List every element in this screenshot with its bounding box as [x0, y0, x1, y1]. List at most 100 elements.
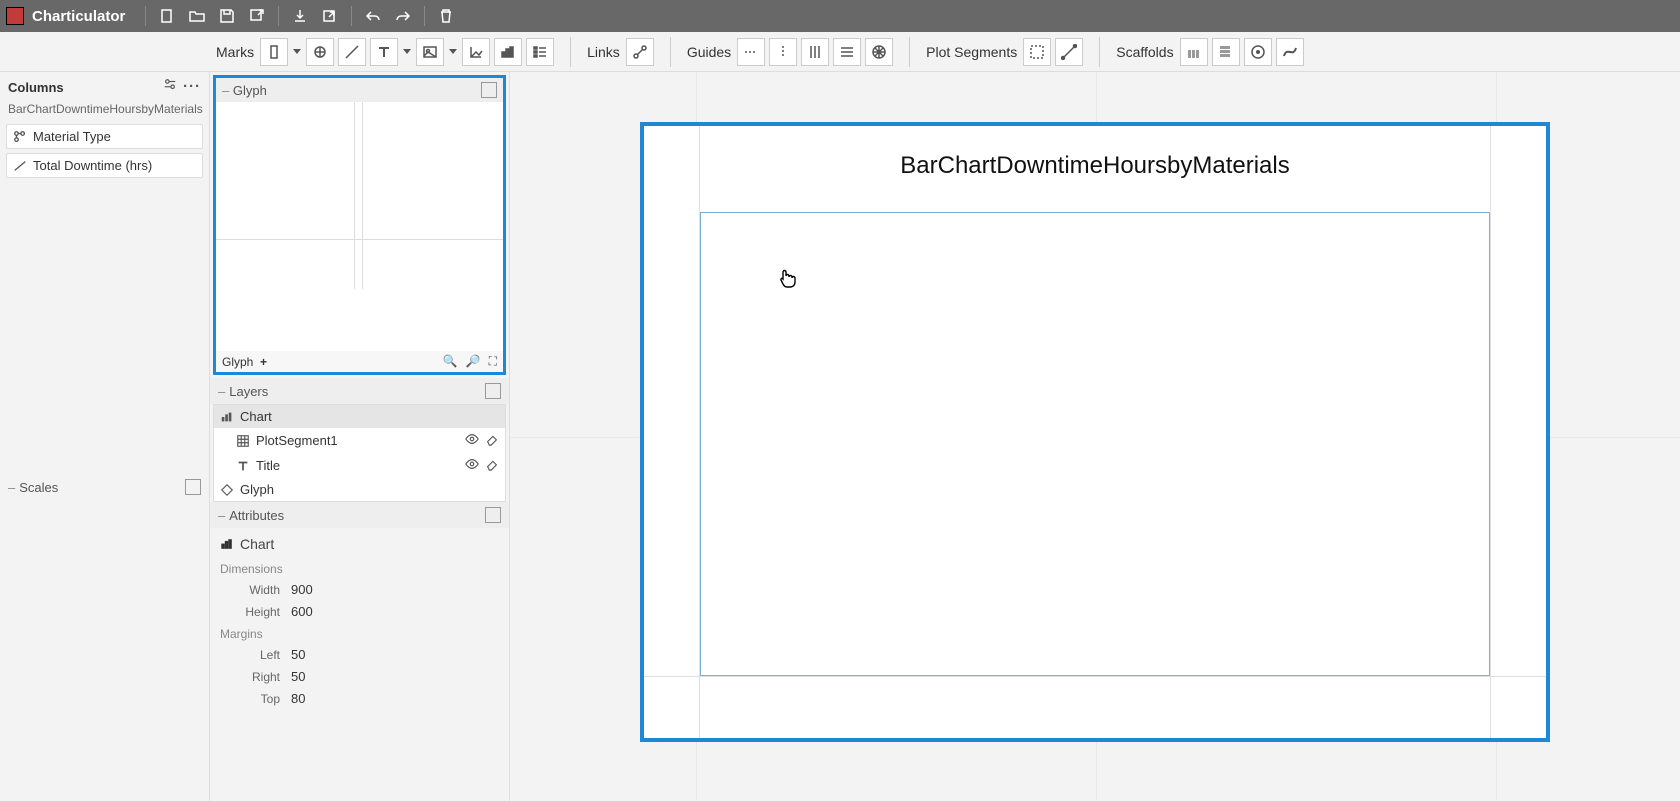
layer-label: PlotSegment1	[256, 433, 338, 448]
mark-legend-button[interactable]	[526, 38, 554, 66]
delete-button[interactable]	[433, 3, 459, 29]
open-button[interactable]	[184, 3, 210, 29]
mark-line-button[interactable]	[338, 38, 366, 66]
columns-more-icon[interactable]: ···	[183, 78, 201, 96]
attr-value[interactable]: 50	[286, 667, 326, 686]
mark-icon-button[interactable]	[416, 38, 444, 66]
main-area: Columns ··· BarChartDowntimeHoursbyMater…	[0, 72, 1680, 801]
attributes-header: –Attributes	[210, 502, 509, 528]
scaffolds-group: Scaffolds	[1116, 38, 1303, 66]
save-button[interactable]	[214, 3, 240, 29]
plotseg-line-button[interactable]	[1055, 38, 1083, 66]
guides-group: Guides	[687, 38, 893, 66]
separator	[278, 6, 279, 26]
glyph-footer: Glyph + 🔍 🔎 ⛶	[216, 351, 503, 372]
attr-label: Right	[220, 670, 280, 684]
guide-y-button[interactable]	[833, 38, 861, 66]
zoom-in-icon[interactable]: 🔍	[443, 354, 458, 369]
new-button[interactable]	[154, 3, 180, 29]
glyph-title: Glyph	[233, 83, 267, 98]
popout-icon[interactable]	[185, 479, 201, 495]
columns-title: Columns	[8, 80, 64, 95]
scales-title: Scales	[19, 480, 58, 495]
mark-rect-button[interactable]	[260, 38, 288, 66]
scaffold-v-button[interactable]	[1212, 38, 1240, 66]
scaffold-curve-button[interactable]	[1276, 38, 1304, 66]
plotsegments-group: Plot Segments	[926, 38, 1083, 66]
mark-symbol-button[interactable]	[306, 38, 334, 66]
chart-frame[interactable]: BarChartDowntimeHoursbyMaterials	[640, 122, 1550, 742]
attr-label: Left	[220, 648, 280, 662]
share-button[interactable]	[317, 3, 343, 29]
scaffold-h-button[interactable]	[1180, 38, 1208, 66]
guide-x-button[interactable]	[801, 38, 829, 66]
visibility-icon[interactable]	[465, 432, 479, 449]
scaffolds-label: Scaffolds	[1116, 44, 1173, 60]
field-item[interactable]: Material Type	[6, 124, 203, 149]
editor-toolbar: Marks Links Guides Plot Segments Scaffol…	[0, 32, 1680, 72]
undo-button[interactable]	[360, 3, 386, 29]
attr-value[interactable]: 80	[286, 689, 326, 708]
popout-icon[interactable]	[481, 82, 497, 98]
mark-text-caret[interactable]	[402, 49, 412, 54]
plot-segment[interactable]	[700, 212, 1490, 676]
middle-panel: – Glyph Glyph + 🔍 🔎 ⛶ –Layers	[210, 72, 510, 801]
mark-nested-button[interactable]	[494, 38, 522, 66]
guide-v-button[interactable]	[769, 38, 797, 66]
columns-header: Columns ···	[0, 72, 209, 102]
add-glyph-icon[interactable]: +	[260, 355, 267, 369]
import-button[interactable]	[287, 3, 313, 29]
layer-item-title[interactable]: Title	[214, 453, 505, 478]
attr-value[interactable]: 900	[286, 580, 326, 599]
attr-section-dimensions: Dimensions	[220, 562, 499, 576]
mark-dataaxis-button[interactable]	[462, 38, 490, 66]
layer-label: Title	[256, 458, 280, 473]
glyph-editor[interactable]: – Glyph Glyph + 🔍 🔎 ⛶	[213, 75, 506, 375]
plotseg-region-button[interactable]	[1023, 38, 1051, 66]
layers-list: Chart PlotSegment1 Title Gl	[213, 404, 506, 502]
mark-text-button[interactable]	[370, 38, 398, 66]
guides-label: Guides	[687, 44, 731, 60]
layer-item-plotsegment[interactable]: PlotSegment1	[214, 428, 505, 453]
scaffold-polar-button[interactable]	[1244, 38, 1272, 66]
attr-label: Height	[220, 605, 280, 619]
attributes-chart-label: Chart	[220, 536, 499, 552]
guide-polar-button[interactable]	[865, 38, 893, 66]
attr-value[interactable]: 600	[286, 602, 326, 621]
scales-header: –Scales	[0, 473, 209, 501]
layer-label: Chart	[240, 409, 272, 424]
columns-settings-icon[interactable]	[163, 78, 177, 96]
dataset-name: BarChartDowntimeHoursbyMaterials	[0, 102, 209, 122]
export-button[interactable]	[244, 3, 270, 29]
layers-title: Layers	[229, 384, 268, 399]
chart-canvas[interactable]: BarChartDowntimeHoursbyMaterials	[510, 72, 1680, 801]
app-logo-icon	[6, 7, 24, 25]
mark-rect-caret[interactable]	[292, 49, 302, 54]
left-panel: Columns ··· BarChartDowntimeHoursbyMater…	[0, 72, 210, 801]
chart-icon	[220, 537, 234, 551]
field-name: Material Type	[33, 129, 111, 144]
layer-item-chart[interactable]: Chart	[214, 405, 505, 428]
attr-row: Right 50	[220, 667, 499, 686]
links-button[interactable]	[626, 38, 654, 66]
attr-value[interactable]: 50	[286, 645, 326, 664]
app-bar: Charticulator	[0, 0, 1680, 32]
marks-label: Marks	[216, 44, 254, 60]
marks-group: Marks	[216, 38, 554, 66]
fit-icon[interactable]: ⛶	[489, 354, 497, 369]
scrollbar[interactable]	[497, 72, 509, 801]
field-item[interactable]: Total Downtime (hrs)	[6, 153, 203, 178]
zoom-out-icon[interactable]: 🔎	[466, 354, 481, 369]
attr-section-margins: Margins	[220, 627, 499, 641]
separator	[570, 37, 571, 67]
app-name: Charticulator	[32, 8, 125, 25]
glyph-canvas[interactable]	[216, 102, 503, 351]
guide-h-button[interactable]	[737, 38, 765, 66]
plotsegments-label: Plot Segments	[926, 44, 1017, 60]
layer-item-glyph[interactable]: Glyph	[214, 478, 505, 501]
redo-button[interactable]	[390, 3, 416, 29]
visibility-icon[interactable]	[465, 457, 479, 474]
layers-header: –Layers	[210, 378, 509, 404]
mark-icon-caret[interactable]	[448, 49, 458, 54]
chart-title[interactable]: BarChartDowntimeHoursbyMaterials	[644, 152, 1546, 180]
